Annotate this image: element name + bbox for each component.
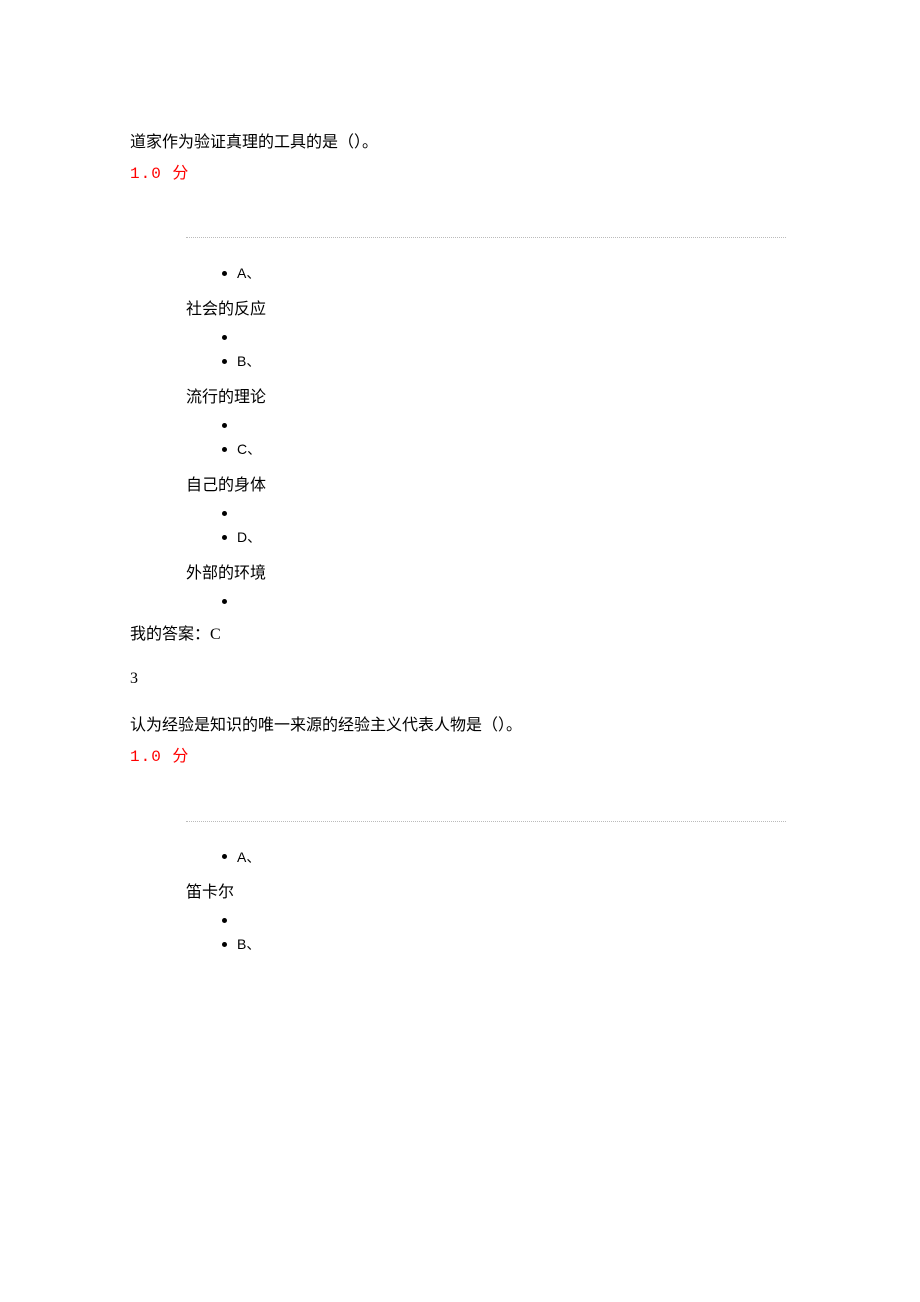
my-answer: 我的答案：C — [130, 622, 790, 648]
bullet-icon — [222, 271, 227, 276]
q1-stem: 道家作为验证真理的工具的是（）。 — [130, 130, 790, 156]
bullet-icon — [222, 423, 227, 428]
option-letter-a: A、 — [237, 260, 260, 287]
option-text-a: 社会的反应 — [186, 295, 790, 325]
bullet-empty-row — [222, 335, 790, 340]
bullet-empty-row — [222, 423, 790, 428]
divider — [186, 821, 786, 822]
bullet-icon — [222, 942, 227, 947]
option-letter-row: A、 — [222, 260, 790, 287]
bullet-icon — [222, 535, 227, 540]
q1-options: A、 社会的反应 B、 流行的理论 C、 自己的身体 D、 外部的环境 — [186, 260, 790, 604]
option-text-b: 流行的理论 — [186, 383, 790, 413]
bullet-icon — [222, 447, 227, 452]
bullet-empty-row — [222, 511, 790, 516]
option-text-c: 自己的身体 — [186, 471, 790, 501]
option-letter-row: C、 — [222, 436, 790, 463]
q2-stem: 认为经验是知识的唯一来源的经验主义代表人物是（）。 — [130, 713, 790, 739]
option-letter-row: A、 — [222, 844, 790, 871]
bullet-icon — [222, 511, 227, 516]
my-answer-label: 我的答案： — [130, 626, 210, 643]
option-letter-row: B、 — [222, 931, 790, 958]
bullet-icon — [222, 359, 227, 364]
bullet-icon — [222, 599, 227, 604]
option-text-a: 笛卡尔 — [186, 878, 790, 908]
q2-score: 1.0 分 — [130, 745, 790, 771]
option-letter-a: A、 — [237, 844, 260, 871]
bullet-empty-row — [222, 918, 790, 923]
option-letter-c: C、 — [237, 436, 261, 463]
bullet-icon — [222, 918, 227, 923]
q2-number: 3 — [130, 666, 790, 692]
bullet-icon — [222, 335, 227, 340]
my-answer-value: C — [210, 626, 221, 643]
bullet-icon — [222, 854, 227, 859]
q2-options: A、 笛卡尔 B、 — [186, 844, 790, 959]
option-letter-b: B、 — [237, 931, 260, 958]
bullet-empty-row — [222, 599, 790, 604]
divider — [186, 237, 786, 238]
option-letter-row: D、 — [222, 524, 790, 551]
q1-score: 1.0 分 — [130, 162, 790, 188]
option-letter-d: D、 — [237, 524, 261, 551]
document-page: 道家作为验证真理的工具的是（）。 1.0 分 A、 社会的反应 B、 流行的理论… — [0, 0, 920, 1302]
option-letter-row: B、 — [222, 348, 790, 375]
option-letter-b: B、 — [237, 348, 260, 375]
option-text-d: 外部的环境 — [186, 559, 790, 589]
